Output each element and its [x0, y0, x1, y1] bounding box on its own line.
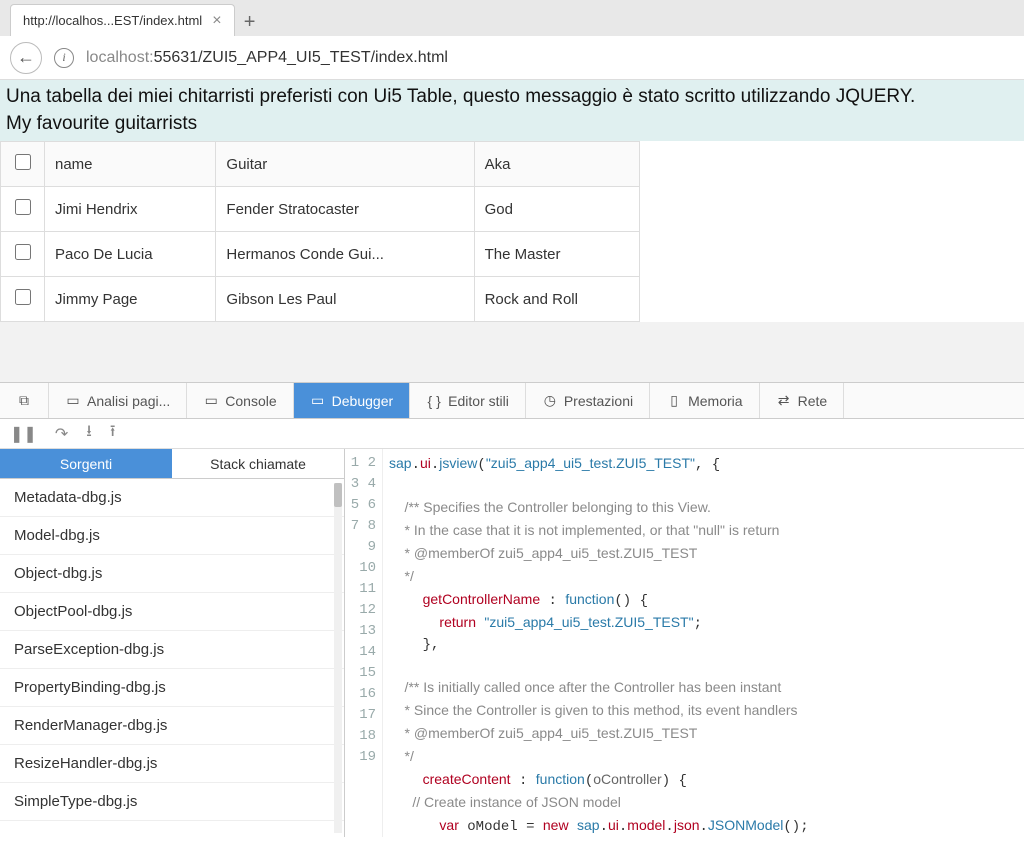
- tab-debugger[interactable]: ▭Debugger: [294, 383, 411, 418]
- url-path: 55631/ZUI5_APP4_UI5_TEST/index.html: [154, 49, 448, 66]
- row-checkbox[interactable]: [15, 199, 31, 215]
- debugger-body: Sorgenti Stack chiamate Metadata-dbg.js …: [0, 449, 1024, 837]
- url-display[interactable]: localhost:55631/ZUI5_APP4_UI5_TEST/index…: [86, 49, 448, 67]
- source-code[interactable]: sap.ui.jsview("zui5_app4_ui5_test.ZUI5_T…: [383, 449, 1024, 837]
- new-tab-button[interactable]: +: [235, 8, 265, 36]
- page-message: Una tabella dei miei chitarristi preferi…: [0, 80, 1024, 141]
- debugger-controls: ❚❚ ↷ ⭳ ⭱: [0, 419, 1024, 449]
- file-item[interactable]: Metadata-dbg.js: [0, 479, 344, 517]
- select-all-cell: [1, 142, 45, 187]
- file-item[interactable]: ResizeHandler-dbg.js: [0, 745, 344, 783]
- file-item[interactable]: Model-dbg.js: [0, 517, 344, 555]
- sources-tabs: Sorgenti Stack chiamate: [0, 449, 344, 479]
- file-item[interactable]: RenderManager-dbg.js: [0, 707, 344, 745]
- tab-styles[interactable]: { }Editor stili: [410, 383, 526, 418]
- tab-performance[interactable]: ◷Prestazioni: [526, 383, 650, 418]
- scrollbar-thumb[interactable]: [334, 483, 342, 507]
- browser-tab-bar: http://localhos...EST/index.html × +: [0, 0, 1024, 36]
- table-header-row: name Guitar Aka: [1, 142, 640, 187]
- pause-icon[interactable]: ❚❚: [10, 424, 37, 444]
- cell-aka: Rock and Roll: [474, 277, 639, 322]
- tab-network[interactable]: ⇄Rete: [760, 383, 845, 418]
- file-item[interactable]: SimpleType-dbg.js: [0, 783, 344, 821]
- file-item[interactable]: ObjectPool-dbg.js: [0, 593, 344, 631]
- message-line-2: My favourite guitarrists: [6, 111, 1018, 138]
- table-row[interactable]: Jimmy Page Gibson Les Paul Rock and Roll: [1, 277, 640, 322]
- select-all-checkbox[interactable]: [15, 154, 31, 170]
- file-list[interactable]: Metadata-dbg.js Model-dbg.js Object-dbg.…: [0, 479, 344, 837]
- cell-name: Jimi Hendrix: [45, 187, 216, 232]
- cell-guitar: Gibson Les Paul: [216, 277, 474, 322]
- cell-name: Paco De Lucia: [45, 232, 216, 277]
- col-guitar[interactable]: Guitar: [216, 142, 474, 187]
- file-item[interactable]: Object-dbg.js: [0, 555, 344, 593]
- devtools-dock-icon[interactable]: ⧉: [0, 383, 49, 418]
- col-name[interactable]: name: [45, 142, 216, 187]
- back-button[interactable]: ←: [10, 42, 42, 74]
- scrollbar[interactable]: [334, 483, 342, 833]
- code-pane: 1 2 3 4 5 6 7 8 9 10 11 12 13 14 15 16 1…: [345, 449, 1024, 837]
- table-row[interactable]: Paco De Lucia Hermanos Conde Gui... The …: [1, 232, 640, 277]
- address-bar: ← i localhost:55631/ZUI5_APP4_UI5_TEST/i…: [0, 36, 1024, 80]
- sources-pane: Sorgenti Stack chiamate Metadata-dbg.js …: [0, 449, 345, 837]
- table-row[interactable]: Jimi Hendrix Fender Stratocaster God: [1, 187, 640, 232]
- close-tab-icon[interactable]: ×: [212, 12, 221, 30]
- site-info-icon[interactable]: i: [54, 48, 74, 68]
- cell-guitar: Hermanos Conde Gui...: [216, 232, 474, 277]
- tab-sources[interactable]: Sorgenti: [0, 449, 172, 479]
- step-out-icon[interactable]: ⭱: [110, 420, 116, 447]
- cell-guitar: Fender Stratocaster: [216, 187, 474, 232]
- tab-console[interactable]: ▭Console: [187, 383, 293, 418]
- line-gutter: 1 2 3 4 5 6 7 8 9 10 11 12 13 14 15 16 1…: [345, 449, 383, 837]
- step-in-icon[interactable]: ⭳: [86, 420, 92, 447]
- message-line-1: Una tabella dei miei chitarristi preferi…: [6, 84, 1018, 111]
- step-over-icon[interactable]: ↷: [55, 424, 68, 444]
- cell-aka: The Master: [474, 232, 639, 277]
- row-checkbox[interactable]: [15, 289, 31, 305]
- row-checkbox[interactable]: [15, 244, 31, 260]
- url-host: localhost:: [86, 49, 154, 66]
- file-item[interactable]: PropertyBinding-dbg.js: [0, 669, 344, 707]
- devtools-panel: ⧉ ▭Analisi pagi... ▭Console ▭Debugger { …: [0, 382, 1024, 837]
- tab-memory[interactable]: ▯Memoria: [650, 383, 759, 418]
- cell-name: Jimmy Page: [45, 277, 216, 322]
- cell-aka: God: [474, 187, 639, 232]
- col-aka[interactable]: Aka: [474, 142, 639, 187]
- tab-callstack[interactable]: Stack chiamate: [172, 449, 344, 479]
- tab-inspector[interactable]: ▭Analisi pagi...: [49, 383, 187, 418]
- tab-title: http://localhos...EST/index.html: [23, 13, 202, 28]
- page-body-spacer: [0, 322, 1024, 382]
- file-item[interactable]: ParseException-dbg.js: [0, 631, 344, 669]
- browser-tab[interactable]: http://localhos...EST/index.html ×: [10, 4, 235, 36]
- devtools-toolbar: ⧉ ▭Analisi pagi... ▭Console ▭Debugger { …: [0, 383, 1024, 419]
- guitarists-table: name Guitar Aka Jimi Hendrix Fender Stra…: [0, 141, 640, 322]
